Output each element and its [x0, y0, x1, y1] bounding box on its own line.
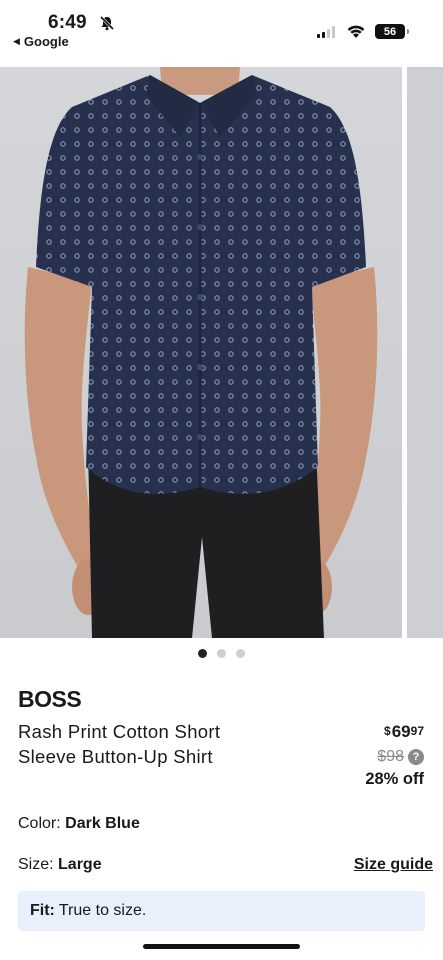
size-label: Size: [18, 856, 54, 873]
original-price-value: $98 [377, 748, 404, 765]
fit-value: True to size. [58, 902, 147, 919]
product-image-gallery[interactable] [0, 67, 443, 638]
signal-icon [317, 26, 335, 38]
next-photo-peek[interactable] [407, 67, 443, 638]
color-value: Dark Blue [65, 815, 140, 832]
battery-level: 56 [383, 25, 397, 38]
size-selector: Size: Large [18, 856, 102, 874]
question-icon[interactable]: ? [408, 749, 424, 765]
price-currency: $ [384, 724, 391, 738]
gallery-pager [0, 649, 443, 658]
price-cents: 97 [410, 724, 424, 738]
size-value: Large [58, 856, 102, 873]
discount-badge: 28% off [365, 770, 424, 788]
color-selector: Color: Dark Blue [18, 815, 140, 833]
back-to-app-link[interactable]: ◀ Google [13, 34, 69, 49]
product-title: Rash Print Cotton Short Sleeve Button-Up… [18, 721, 221, 767]
fit-note: Fit: True to size. [18, 891, 425, 931]
back-app-label: Google [23, 34, 69, 49]
pager-dot-1[interactable] [198, 649, 207, 658]
wifi-icon [347, 25, 365, 38]
battery-icon: 56 [375, 24, 409, 39]
status-time: 6:49 [48, 12, 87, 33]
status-bar: 6:49 ◀ Google 56 [0, 0, 443, 62]
bell-slash-icon [99, 15, 115, 31]
original-price: $98 ? [365, 748, 424, 766]
fit-label: Fit: [30, 902, 55, 919]
color-label: Color: [18, 815, 61, 832]
model-shirt-illustration [0, 67, 402, 638]
current-price: $ 69 97 [365, 722, 424, 742]
pager-dot-2[interactable] [217, 649, 226, 658]
product-photo[interactable] [0, 67, 402, 638]
price-block: $ 69 97 $98 ? 28% off [365, 722, 424, 789]
pager-dot-3[interactable] [236, 649, 245, 658]
brand-name[interactable]: BOSS [18, 686, 82, 713]
home-indicator[interactable] [143, 944, 300, 949]
back-triangle-icon: ◀ [13, 36, 20, 46]
price-dollars: 69 [391, 722, 411, 741]
size-guide-link[interactable]: Size guide [354, 856, 433, 874]
